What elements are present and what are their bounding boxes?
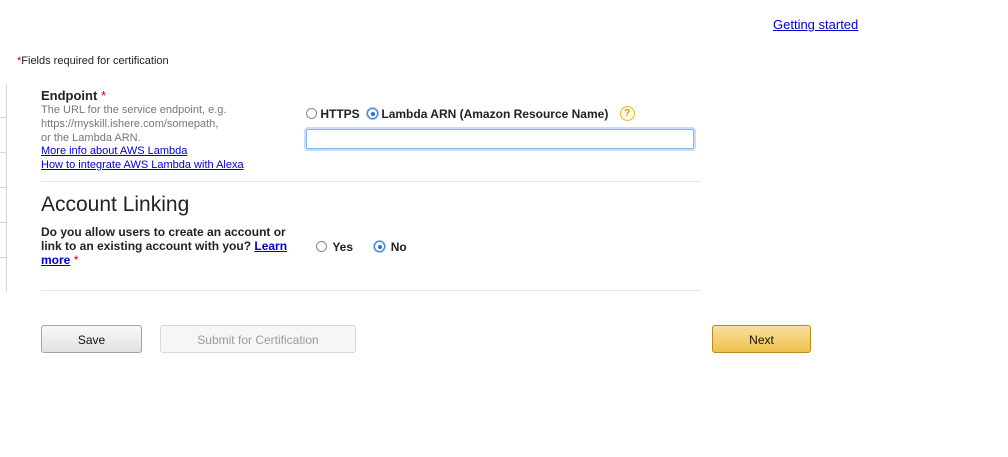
account-linking-radio-group: Yes No	[316, 239, 425, 254]
lambda-arn-input[interactable]	[306, 129, 694, 149]
endpoint-label-text: Endpoint	[41, 88, 98, 103]
section-divider	[41, 181, 701, 182]
account-linking-question-text: Do you allow users to create an account …	[41, 225, 286, 253]
https-radio[interactable]	[306, 108, 317, 120]
https-radio-label: HTTPS	[320, 106, 360, 121]
account-linking-heading: Account Linking	[41, 193, 190, 216]
lambda-arn-option[interactable]: Lambda ARN (Amazon Resource Name)	[367, 106, 608, 121]
required-star: *	[100, 88, 107, 103]
left-column-edge	[0, 84, 7, 292]
yes-radio-label: Yes	[332, 239, 354, 254]
submit-for-certification-button[interactable]: Submit for Certification	[160, 325, 356, 353]
endpoint-description-line: The URL for the service endpoint, e.g.	[41, 104, 227, 116]
next-button[interactable]: Next	[712, 325, 811, 353]
no-radio-label: No	[390, 239, 407, 254]
save-button[interactable]: Save	[41, 325, 142, 353]
endpoint-description: The URL for the service endpoint, e.g. h…	[41, 103, 241, 145]
endpoint-description-line: or the Lambda ARN.	[41, 132, 141, 144]
yes-radio[interactable]	[316, 241, 327, 253]
left-edge-divider	[0, 187, 6, 188]
account-linking-no-option[interactable]: No	[374, 239, 407, 254]
more-info-lambda-link[interactable]: More info about AWS Lambda	[41, 145, 187, 157]
integrate-lambda-alexa-link[interactable]: How to integrate AWS Lambda with Alexa	[41, 159, 244, 171]
left-edge-divider	[0, 152, 6, 153]
endpoint-label: Endpoint *	[41, 88, 106, 103]
https-option[interactable]: HTTPS	[306, 106, 360, 121]
required-fields-note: *Fields required for certification	[17, 55, 169, 67]
page: Getting started *Fields required for cer…	[0, 0, 1008, 457]
account-linking-question: Do you allow users to create an account …	[41, 225, 296, 267]
getting-started-link[interactable]: Getting started	[773, 17, 858, 32]
left-edge-divider	[0, 222, 6, 223]
endpoint-type-radio-group: HTTPS Lambda ARN (Amazon Resource Name) …	[306, 106, 635, 122]
account-linking-yes-option[interactable]: Yes	[316, 239, 353, 254]
help-question-icon[interactable]: ?	[619, 106, 635, 122]
required-note-text: Fields required for certification	[21, 55, 169, 67]
required-star: *	[73, 253, 79, 267]
no-radio[interactable]	[374, 241, 386, 253]
endpoint-description-line: https://myskill.ishere.com/somepath,	[41, 118, 219, 130]
lambda-arn-radio[interactable]	[367, 108, 379, 120]
section-divider	[41, 290, 701, 291]
left-edge-divider	[0, 257, 6, 258]
left-edge-divider	[0, 117, 6, 118]
lambda-arn-radio-label: Lambda ARN (Amazon Resource Name)	[381, 106, 609, 121]
